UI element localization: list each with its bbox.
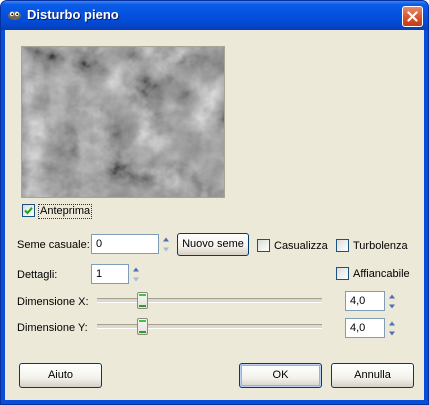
new-seed-button[interactable]: Nuovo seme	[177, 233, 249, 256]
cancel-button[interactable]: Annulla	[331, 363, 414, 388]
dialog-content: Anteprima Seme casuale: 0 Nuovo seme Cas…	[5, 30, 424, 400]
checkmark-icon	[24, 207, 33, 215]
turbulence-checkbox[interactable]	[336, 239, 349, 252]
close-icon	[407, 11, 418, 22]
randomize-checkbox[interactable]	[257, 239, 270, 252]
detail-spinner[interactable]	[130, 265, 142, 285]
size-x-slider-thumb[interactable]	[136, 292, 148, 309]
spin-up-icon[interactable]	[386, 292, 398, 301]
spin-down-icon[interactable]	[130, 275, 142, 284]
size-x-spinner[interactable]	[386, 292, 398, 312]
preview-checkbox[interactable]	[22, 204, 35, 217]
detail-value: 1	[96, 268, 103, 280]
noise-preview-image	[22, 47, 224, 197]
size-y-slider-track[interactable]	[97, 324, 322, 329]
size-x-slider-track[interactable]	[97, 298, 322, 303]
spin-down-icon[interactable]	[160, 245, 172, 254]
seed-value: 0	[96, 238, 103, 250]
size-y-spinner[interactable]	[386, 319, 398, 339]
window-title: Disturbo pieno	[27, 7, 119, 22]
tileable-label[interactable]: Affiancabile	[353, 268, 410, 281]
spin-up-icon[interactable]	[130, 265, 142, 274]
help-button[interactable]: Aiuto	[19, 363, 102, 388]
size-y-label: Dimensione Y:	[17, 322, 88, 334]
spin-up-icon[interactable]	[160, 235, 172, 244]
spin-down-icon[interactable]	[386, 329, 398, 338]
title-bar[interactable]: Disturbo pieno	[1, 1, 428, 30]
tileable-checkbox[interactable]	[336, 267, 349, 280]
size-x-input[interactable]: 4,0	[345, 291, 395, 311]
dialog-window: Disturbo pieno Anteprima Seme casuale: 0…	[0, 0, 429, 405]
randomize-label[interactable]: Casualizza	[274, 240, 328, 253]
seed-label: Seme casuale:	[17, 239, 90, 251]
gimp-icon	[8, 11, 21, 20]
turbulence-label[interactable]: Turbolenza	[353, 240, 408, 253]
size-x-label: Dimensione X:	[17, 296, 89, 308]
size-y-input[interactable]: 4,0	[345, 318, 395, 338]
detail-input[interactable]: 1	[91, 264, 139, 284]
size-y-value: 4,0	[350, 322, 366, 334]
ok-button[interactable]: OK	[239, 363, 322, 388]
noise-preview[interactable]	[21, 46, 225, 198]
spin-down-icon[interactable]	[386, 302, 398, 311]
spin-up-icon[interactable]	[386, 319, 398, 328]
seed-spinner[interactable]	[160, 235, 172, 255]
detail-label: Dettagli:	[17, 269, 58, 281]
size-x-value: 4,0	[350, 295, 366, 307]
size-y-slider-thumb[interactable]	[136, 318, 148, 335]
seed-input[interactable]: 0	[91, 234, 169, 254]
close-button[interactable]	[402, 6, 423, 27]
preview-label[interactable]: Anteprima	[37, 204, 93, 219]
